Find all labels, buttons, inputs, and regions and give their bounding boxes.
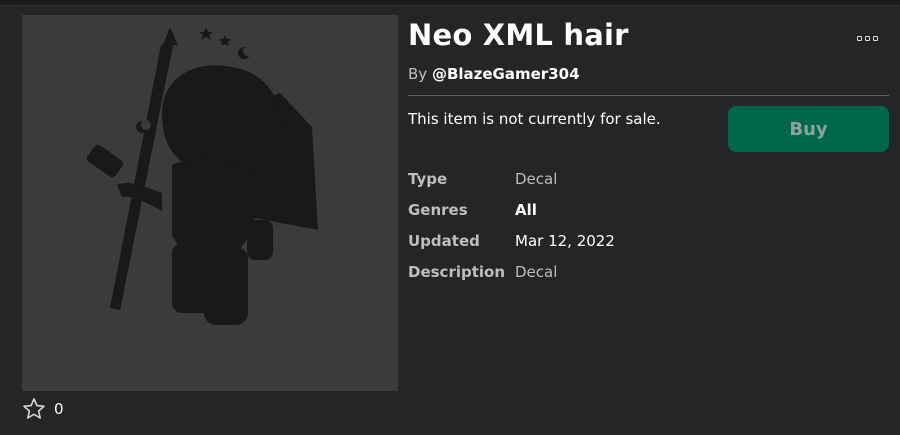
info-value: Decal (515, 262, 558, 281)
item-details: Neo XML hair By @BlazeGamer304 This item… (408, 15, 890, 281)
item-info-table: Type Decal Genres All Updated Mar 12, 20… (408, 163, 615, 287)
info-label: Updated (408, 231, 480, 250)
info-row-genres: Genres All (408, 194, 615, 225)
genre-link[interactable]: All (515, 201, 537, 219)
sale-row: This item is not currently for sale. Buy (408, 106, 890, 154)
character-silhouette-image (86, 27, 318, 325)
more-options-icon[interactable] (854, 28, 880, 48)
creator-link[interactable]: @BlazeGamer304 (432, 65, 580, 83)
info-row-type: Type Decal (408, 163, 615, 194)
top-bar (0, 0, 900, 6)
buy-button[interactable]: Buy (728, 106, 889, 152)
info-row-updated: Updated Mar 12, 2022 (408, 225, 615, 256)
info-label: Description (408, 262, 506, 281)
item-thumbnail (22, 15, 398, 391)
sale-status-text: This item is not currently for sale. (408, 110, 661, 128)
item-title: Neo XML hair (408, 18, 629, 52)
favorite-count: 0 (54, 400, 64, 418)
info-value: Decal (515, 169, 558, 188)
info-value: Mar 12, 2022 (515, 231, 615, 250)
info-row-description: Description Decal (408, 256, 615, 287)
favorite-section: 0 (22, 397, 64, 421)
info-label: Type (408, 169, 448, 188)
by-prefix: By (408, 65, 428, 83)
info-label: Genres (408, 200, 468, 219)
star-outline-icon[interactable] (22, 397, 46, 421)
divider (408, 95, 889, 96)
creator-byline: By @BlazeGamer304 (408, 63, 890, 85)
